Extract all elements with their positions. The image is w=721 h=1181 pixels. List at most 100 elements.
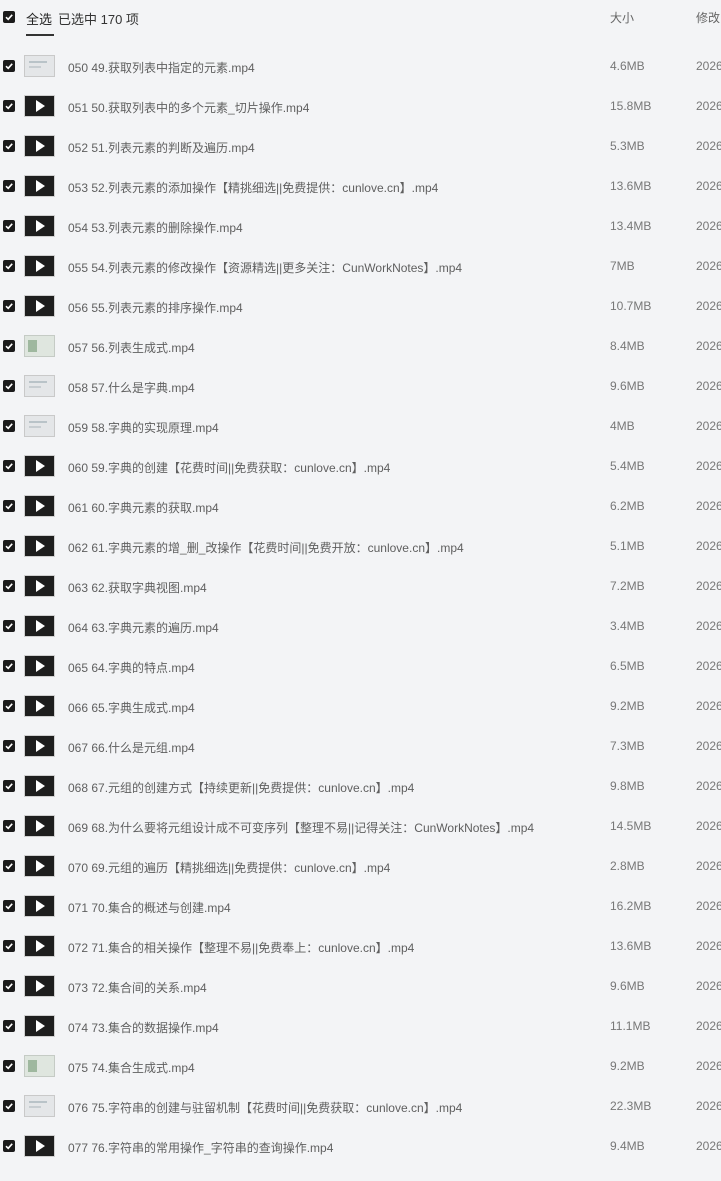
file-row[interactable]: 071 70.集合的概述与创建.mp4 16.2MB 2026 (0, 886, 721, 926)
row-checkbox[interactable] (3, 100, 15, 112)
file-row[interactable]: 058 57.什么是字典.mp4 9.6MB 2026 (0, 366, 721, 406)
row-checkbox[interactable] (3, 460, 15, 472)
video-thumbnail[interactable] (24, 1015, 55, 1037)
file-row[interactable]: 076 75.字符串的创建与驻留机制【花费时间||免费获取：cunlove.cn… (0, 1086, 721, 1126)
file-row[interactable]: 062 61.字典元素的增_删_改操作【花费时间||免费开放：cunlove.c… (0, 526, 721, 566)
file-name[interactable]: 058 57.什么是字典.mp4 (68, 379, 195, 396)
file-name[interactable]: 072 71.集合的相关操作【整理不易||免费奉上：cunlove.cn】.mp… (68, 939, 414, 956)
video-thumbnail[interactable] (24, 615, 55, 637)
row-checkbox[interactable] (3, 380, 15, 392)
row-checkbox[interactable] (3, 340, 15, 352)
file-name[interactable]: 061 60.字典元素的获取.mp4 (68, 499, 219, 516)
file-row[interactable]: 070 69.元组的遍历【精挑细选||免费提供：cunlove.cn】.mp4 2… (0, 846, 721, 886)
file-name[interactable]: 077 76.字符串的常用操作_字符串的查询操作.mp4 (68, 1139, 333, 1156)
file-name[interactable]: 062 61.字典元素的增_删_改操作【花费时间||免费开放：cunlove.c… (68, 539, 464, 556)
video-thumbnail[interactable] (24, 1135, 55, 1157)
row-checkbox[interactable] (3, 500, 15, 512)
file-row[interactable]: 064 63.字典元素的遍历.mp4 3.4MB 2026 (0, 606, 721, 646)
file-row[interactable]: 072 71.集合的相关操作【整理不易||免费奉上：cunlove.cn】.mp… (0, 926, 721, 966)
file-name[interactable]: 068 67.元组的创建方式【持续更新||免费提供：cunlove.cn】.mp… (68, 779, 414, 796)
video-thumbnail[interactable] (24, 135, 55, 157)
file-row[interactable]: 052 51.列表元素的判断及遍历.mp4 5.3MB 2026 (0, 126, 721, 166)
row-checkbox[interactable] (3, 220, 15, 232)
video-thumbnail[interactable] (24, 55, 55, 77)
video-thumbnail[interactable] (24, 375, 55, 397)
video-thumbnail[interactable] (24, 895, 55, 917)
row-checkbox[interactable] (3, 60, 15, 72)
file-name[interactable]: 055 54.列表元素的修改操作【资源精选||更多关注：CunWorkNotes… (68, 259, 462, 276)
file-name[interactable]: 074 73.集合的数据操作.mp4 (68, 1019, 219, 1036)
file-name[interactable]: 075 74.集合生成式.mp4 (68, 1059, 195, 1076)
row-checkbox[interactable] (3, 1020, 15, 1032)
row-checkbox[interactable] (3, 300, 15, 312)
video-thumbnail[interactable] (24, 335, 55, 357)
video-thumbnail[interactable] (24, 575, 55, 597)
file-row[interactable]: 055 54.列表元素的修改操作【资源精选||更多关注：CunWorkNotes… (0, 246, 721, 286)
file-name[interactable]: 066 65.字典生成式.mp4 (68, 699, 195, 716)
row-checkbox[interactable] (3, 780, 15, 792)
file-row[interactable]: 068 67.元组的创建方式【持续更新||免费提供：cunlove.cn】.mp… (0, 766, 721, 806)
file-row[interactable]: 067 66.什么是元组.mp4 7.3MB 2026 (0, 726, 721, 766)
file-name[interactable]: 071 70.集合的概述与创建.mp4 (68, 899, 231, 916)
video-thumbnail[interactable] (24, 495, 55, 517)
row-checkbox[interactable] (3, 1140, 15, 1152)
row-checkbox[interactable] (3, 1100, 15, 1112)
video-thumbnail[interactable] (24, 815, 55, 837)
file-name[interactable]: 064 63.字典元素的遍历.mp4 (68, 619, 219, 636)
file-row[interactable]: 069 68.为什么要将元组设计成不可变序列【整理不易||记得关注：CunWor… (0, 806, 721, 846)
file-name[interactable]: 073 72.集合间的关系.mp4 (68, 979, 207, 996)
file-row[interactable]: 051 50.获取列表中的多个元素_切片操作.mp4 15.8MB 2026 (0, 86, 721, 126)
file-row[interactable]: 060 59.字典的创建【花费时间||免费获取：cunlove.cn】.mp4 5… (0, 446, 721, 486)
file-row[interactable]: 054 53.列表元素的删除操作.mp4 13.4MB 2026 (0, 206, 721, 246)
file-row[interactable]: 075 74.集合生成式.mp4 9.2MB 2026 (0, 1046, 721, 1086)
file-name[interactable]: 065 64.字典的特点.mp4 (68, 659, 195, 676)
video-thumbnail[interactable] (24, 295, 55, 317)
video-thumbnail[interactable] (24, 215, 55, 237)
file-name[interactable]: 069 68.为什么要将元组设计成不可变序列【整理不易||记得关注：CunWor… (68, 819, 534, 836)
file-row[interactable]: 053 52.列表元素的添加操作【精挑细选||免费提供：cunlove.cn】.… (0, 166, 721, 206)
row-checkbox[interactable] (3, 660, 15, 672)
file-name[interactable]: 063 62.获取字典视图.mp4 (68, 579, 207, 596)
video-thumbnail[interactable] (24, 535, 55, 557)
row-checkbox[interactable] (3, 900, 15, 912)
row-checkbox[interactable] (3, 540, 15, 552)
video-thumbnail[interactable] (24, 175, 55, 197)
video-thumbnail[interactable] (24, 695, 55, 717)
file-name[interactable]: 056 55.列表元素的排序操作.mp4 (68, 299, 243, 316)
file-row[interactable]: 061 60.字典元素的获取.mp4 6.2MB 2026 (0, 486, 721, 526)
row-checkbox[interactable] (3, 260, 15, 272)
video-thumbnail[interactable] (24, 95, 55, 117)
file-name[interactable]: 057 56.列表生成式.mp4 (68, 339, 195, 356)
row-checkbox[interactable] (3, 620, 15, 632)
column-header-modified[interactable]: 修改 (696, 9, 720, 26)
video-thumbnail[interactable] (24, 935, 55, 957)
file-name[interactable]: 070 69.元组的遍历【精挑细选||免费提供：cunlove.cn】.mp4 (68, 859, 390, 876)
file-row[interactable]: 077 76.字符串的常用操作_字符串的查询操作.mp4 9.4MB 2026 (0, 1126, 721, 1166)
row-checkbox[interactable] (3, 180, 15, 192)
file-row[interactable]: 073 72.集合间的关系.mp4 9.6MB 2026 (0, 966, 721, 1006)
video-thumbnail[interactable] (24, 775, 55, 797)
row-checkbox[interactable] (3, 740, 15, 752)
file-row[interactable]: 050 49.获取列表中指定的元素.mp4 4.6MB 2026 (0, 46, 721, 86)
file-row[interactable]: 059 58.字典的实现原理.mp4 4MB 2026 (0, 406, 721, 446)
video-thumbnail[interactable] (24, 655, 55, 677)
video-thumbnail[interactable] (24, 455, 55, 477)
file-name[interactable]: 076 75.字符串的创建与驻留机制【花费时间||免费获取：cunlove.cn… (68, 1099, 462, 1116)
file-row[interactable]: 056 55.列表元素的排序操作.mp4 10.7MB 2026 (0, 286, 721, 326)
row-checkbox[interactable] (3, 860, 15, 872)
file-row[interactable]: 065 64.字典的特点.mp4 6.5MB 2026 (0, 646, 721, 686)
row-checkbox[interactable] (3, 580, 15, 592)
video-thumbnail[interactable] (24, 1095, 55, 1117)
file-name[interactable]: 052 51.列表元素的判断及遍历.mp4 (68, 139, 255, 156)
file-name[interactable]: 054 53.列表元素的删除操作.mp4 (68, 219, 243, 236)
video-thumbnail[interactable] (24, 1055, 55, 1077)
row-checkbox[interactable] (3, 420, 15, 432)
row-checkbox[interactable] (3, 980, 15, 992)
row-checkbox[interactable] (3, 700, 15, 712)
row-checkbox[interactable] (3, 940, 15, 952)
video-thumbnail[interactable] (24, 255, 55, 277)
video-thumbnail[interactable] (24, 855, 55, 877)
file-name[interactable]: 050 49.获取列表中指定的元素.mp4 (68, 59, 255, 76)
file-name[interactable]: 067 66.什么是元组.mp4 (68, 739, 195, 756)
file-name[interactable]: 051 50.获取列表中的多个元素_切片操作.mp4 (68, 99, 309, 116)
